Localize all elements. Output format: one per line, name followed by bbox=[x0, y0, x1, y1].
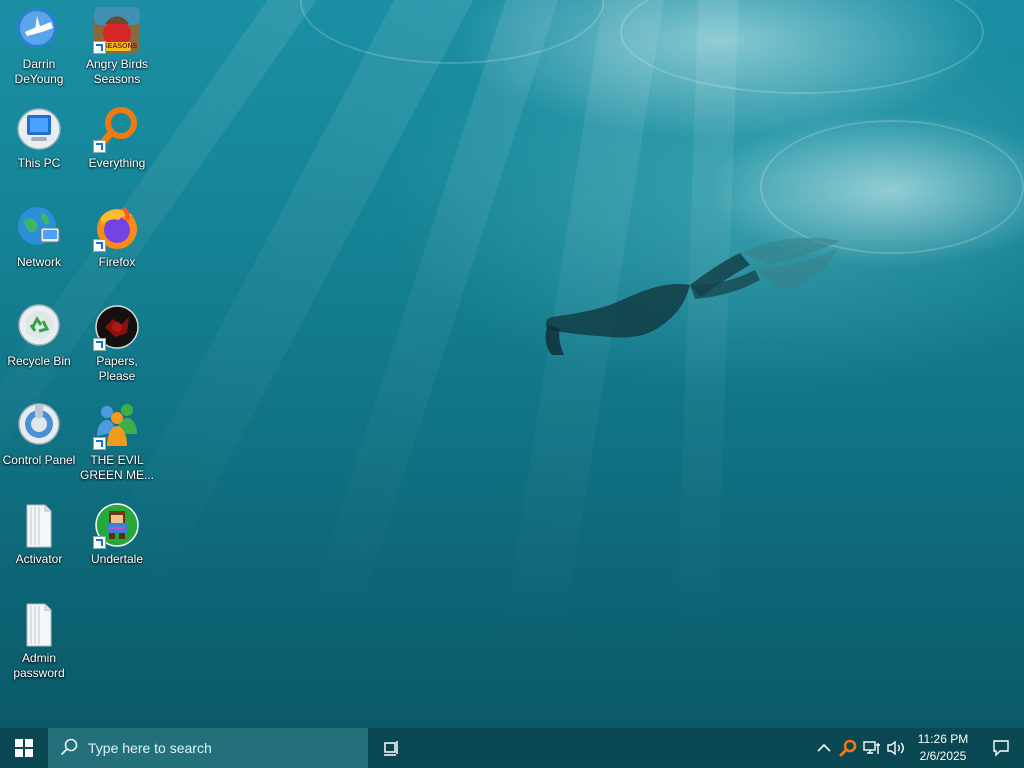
desktop-icon-label: Papers, Please bbox=[96, 354, 138, 383]
windows-logo-icon bbox=[15, 739, 33, 757]
notification-icon bbox=[993, 740, 1009, 757]
angry-birds-badge-text: SEASONS bbox=[103, 43, 138, 50]
recycle-bin-icon bbox=[15, 303, 63, 351]
user-folder-icon bbox=[15, 6, 63, 54]
wallpaper-light-ray bbox=[671, 0, 740, 768]
shortcut-arrow-icon bbox=[93, 536, 106, 549]
network-icon[interactable] bbox=[860, 728, 884, 768]
papers-please-icon bbox=[93, 303, 141, 351]
desktop-icon-label: Activator bbox=[15, 552, 63, 566]
volume-icon[interactable] bbox=[884, 728, 908, 768]
clock-time: 11:26 PM bbox=[917, 732, 969, 746]
undertale-icon bbox=[93, 501, 141, 549]
desktop-icon-darrin-deyoung[interactable]: Darrin DeYoung bbox=[0, 6, 78, 87]
taskbar: Type here to search 11:26 PM 2/6/2025 bbox=[0, 728, 1024, 768]
desktop-icon-label: This PC bbox=[17, 156, 61, 170]
desktop-icon-angry-birds-seasons[interactable]: SEASONS Angry Birds Seasons bbox=[78, 6, 156, 87]
desktop-icon-label: THE EVIL GREEN ME... bbox=[79, 453, 154, 482]
folder-icon bbox=[15, 501, 63, 549]
desktop-icon-the-evil-green-me[interactable]: THE EVIL GREEN ME... bbox=[78, 402, 156, 483]
shortcut-arrow-icon bbox=[93, 239, 106, 252]
taskbar-clock[interactable]: 11:26 PM 2/6/2025 bbox=[908, 728, 978, 768]
taskbar-search-box[interactable]: Type here to search bbox=[48, 728, 368, 768]
shortcut-arrow-icon bbox=[93, 437, 106, 450]
desktop-icon-papers-please[interactable]: Papers, Please bbox=[78, 303, 156, 384]
desktop-icon-network[interactable]: Network bbox=[0, 204, 78, 270]
control-panel-icon bbox=[15, 402, 63, 450]
search-icon bbox=[60, 738, 78, 759]
desktop-icon-label: Recycle Bin bbox=[7, 354, 71, 368]
network-globe-icon bbox=[15, 204, 63, 252]
desktop-icon-label: Darrin DeYoung bbox=[14, 57, 64, 86]
desktop-icon-label: Admin password bbox=[13, 651, 65, 680]
desktop-icon-label: Everything bbox=[88, 156, 146, 170]
wallpaper-ripple bbox=[300, 0, 604, 64]
desktop-icon-label: Network bbox=[16, 255, 61, 269]
desktop-icon-label: Control Panel bbox=[2, 453, 76, 467]
chevron-up-icon[interactable] bbox=[812, 728, 836, 768]
desktop-icon-firefox[interactable]: Firefox bbox=[78, 204, 156, 270]
everything-search-icon[interactable] bbox=[836, 728, 860, 768]
firefox-icon bbox=[93, 204, 141, 252]
desktop-icon-label: Angry Birds Seasons bbox=[85, 57, 149, 86]
system-tray: 11:26 PM 2/6/2025 bbox=[812, 728, 1024, 768]
start-button[interactable] bbox=[0, 728, 48, 768]
task-view-button[interactable] bbox=[368, 728, 416, 768]
desktop-icon-activator[interactable]: Activator bbox=[0, 501, 78, 567]
computer-icon bbox=[15, 105, 63, 153]
search-magnifier-icon bbox=[93, 105, 141, 153]
search-placeholder: Type here to search bbox=[88, 740, 212, 756]
task-view-icon bbox=[384, 741, 398, 756]
shortcut-arrow-icon bbox=[93, 338, 106, 351]
freediver-silhouette bbox=[545, 237, 840, 355]
desktop-icon-admin-password[interactable]: Admin password bbox=[0, 600, 78, 681]
desktop[interactable]: Darrin DeYoung This PC Network Recycle B… bbox=[0, 0, 1024, 768]
desktop-icon-everything[interactable]: Everything bbox=[78, 105, 156, 171]
folder-icon bbox=[15, 600, 63, 648]
messenger-buddies-icon bbox=[93, 402, 141, 450]
desktop-icon-undertale[interactable]: Undertale bbox=[78, 501, 156, 567]
notification-center-button[interactable] bbox=[978, 728, 1024, 768]
shortcut-arrow-icon bbox=[93, 140, 106, 153]
shortcut-arrow-icon bbox=[93, 41, 106, 54]
clock-date: 2/6/2025 bbox=[919, 749, 967, 763]
desktop-icon-control-panel[interactable]: Control Panel bbox=[0, 402, 78, 468]
desktop-icon-recycle-bin[interactable]: Recycle Bin bbox=[0, 303, 78, 369]
desktop-icon-this-pc[interactable]: This PC bbox=[0, 105, 78, 171]
desktop-icon-label: Firefox bbox=[98, 255, 136, 269]
desktop-icon-label: Undertale bbox=[90, 552, 144, 566]
angry-birds-icon: SEASONS bbox=[93, 6, 141, 54]
wallpaper-ripple bbox=[620, 0, 984, 94]
